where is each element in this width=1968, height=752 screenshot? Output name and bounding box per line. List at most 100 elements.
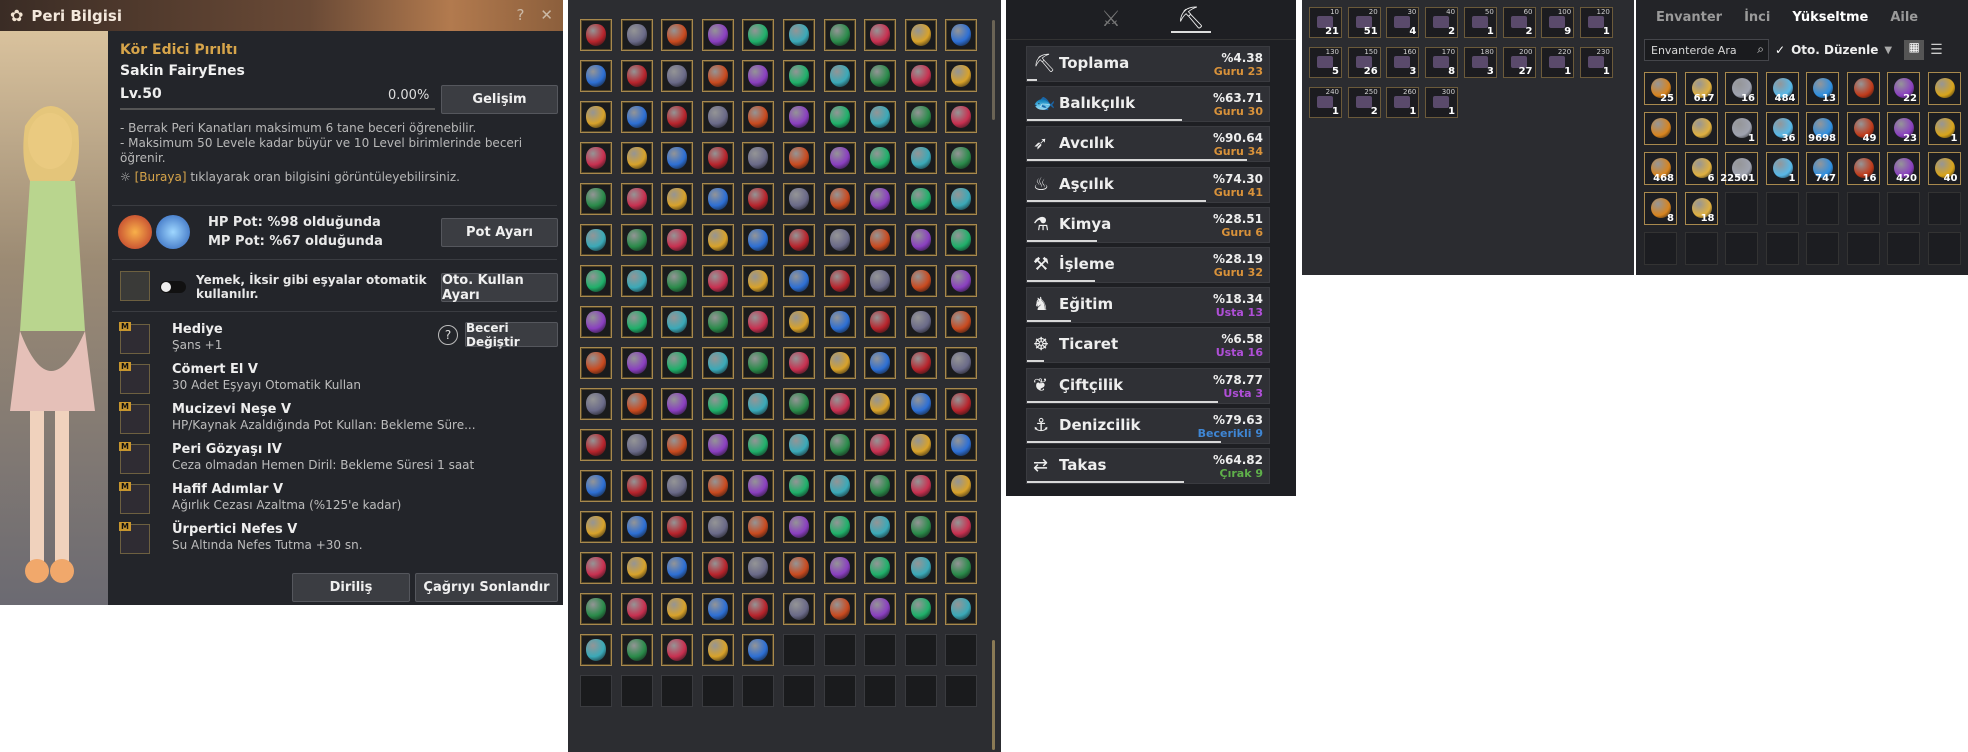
item-slot[interactable]: 30 4 xyxy=(1386,7,1420,38)
inventory-slot[interactable]: 617 xyxy=(1684,72,1718,105)
inventory-slot[interactable] xyxy=(783,511,815,543)
inventory-slot[interactable]: 1 xyxy=(1725,112,1758,145)
inventory-slot[interactable] xyxy=(742,388,775,420)
inventory-slot[interactable] xyxy=(823,675,856,707)
inventory-slot[interactable] xyxy=(1644,232,1677,265)
inventory-slot[interactable] xyxy=(945,593,978,625)
inventory-slot[interactable] xyxy=(661,19,694,51)
item-slot[interactable]: 20 51 xyxy=(1347,7,1381,38)
inventory-slot[interactable] xyxy=(864,224,897,256)
inventory-slot[interactable] xyxy=(701,60,734,92)
inventory-slot[interactable] xyxy=(783,634,815,666)
inventory-slot[interactable] xyxy=(580,265,612,297)
inventory-slot[interactable] xyxy=(701,142,734,174)
inventory-slot[interactable] xyxy=(823,552,856,584)
inventory-slot[interactable]: 23 xyxy=(1887,112,1920,145)
close-icon[interactable]: ✕ xyxy=(540,6,553,24)
inventory-slot[interactable] xyxy=(661,347,694,379)
inventory-slot[interactable] xyxy=(864,19,897,51)
inventory-slot[interactable] xyxy=(701,101,734,133)
inventory-slot[interactable] xyxy=(742,511,775,543)
inventory-slot[interactable] xyxy=(620,634,653,666)
inventory-slot[interactable] xyxy=(742,552,775,584)
inventory-slot[interactable] xyxy=(701,183,734,215)
inventory-slot[interactable] xyxy=(742,19,775,51)
inventory-slot[interactable] xyxy=(701,634,734,666)
inventory-slot[interactable] xyxy=(742,634,775,666)
inventory-slot[interactable] xyxy=(580,183,612,215)
inventory-slot[interactable] xyxy=(580,19,612,51)
inventory-slot[interactable] xyxy=(742,60,775,92)
item-slot[interactable]: 160 3 xyxy=(1386,47,1420,78)
inventory-slot[interactable] xyxy=(945,347,978,379)
inventory-slot[interactable] xyxy=(823,347,856,379)
inventory-slot[interactable] xyxy=(1765,232,1799,265)
inventory-slot[interactable] xyxy=(1846,192,1880,225)
search-input[interactable]: Envanterde Ara ⌕ xyxy=(1644,39,1769,61)
inventory-slot[interactable] xyxy=(620,593,653,625)
inventory-slot[interactable] xyxy=(783,388,815,420)
inventory-slot[interactable] xyxy=(904,593,937,625)
inventory-slot[interactable] xyxy=(1846,72,1880,105)
inventory-slot[interactable] xyxy=(580,101,612,133)
inventory-slot[interactable] xyxy=(945,224,978,256)
inventory-slot[interactable] xyxy=(945,101,978,133)
scrollbar[interactable] xyxy=(992,20,995,120)
inventory-slot[interactable] xyxy=(783,224,815,256)
revive-button[interactable]: Diriliş xyxy=(292,573,410,602)
inventory-slot[interactable] xyxy=(864,60,897,92)
inventory-slot[interactable] xyxy=(945,429,978,461)
inventory-slot[interactable] xyxy=(620,183,653,215)
inventory-slot[interactable] xyxy=(661,388,694,420)
inventory-slot[interactable] xyxy=(864,593,897,625)
inventory-slot[interactable] xyxy=(823,388,856,420)
inventory-slot[interactable] xyxy=(580,388,612,420)
inventory-slot[interactable]: 9698 xyxy=(1806,112,1839,145)
inventory-slot[interactable]: 13 xyxy=(1806,72,1839,105)
inventory-slot[interactable]: 22 xyxy=(1887,72,1920,105)
inventory-slot[interactable] xyxy=(701,552,734,584)
inventory-slot[interactable] xyxy=(783,265,815,297)
inventory-slot[interactable] xyxy=(620,101,653,133)
inventory-slot[interactable]: 16 xyxy=(1846,152,1880,185)
inventory-slot[interactable] xyxy=(904,634,937,666)
item-slot[interactable]: 130 5 xyxy=(1309,47,1342,78)
inventory-slot[interactable] xyxy=(904,19,937,51)
item-slot[interactable]: 100 9 xyxy=(1541,7,1575,38)
pot-settings-button[interactable]: Pot Ayarı xyxy=(441,218,558,247)
inventory-slot[interactable] xyxy=(904,470,937,502)
inventory-slot[interactable] xyxy=(742,265,775,297)
inventory-slot[interactable]: 49 xyxy=(1846,112,1880,145)
inventory-slot[interactable] xyxy=(783,470,815,502)
inventory-slot[interactable] xyxy=(1684,112,1718,145)
inventory-slot[interactable] xyxy=(783,142,815,174)
inventory-slot[interactable] xyxy=(904,388,937,420)
inventory-slot[interactable] xyxy=(945,388,978,420)
inventory-slot[interactable] xyxy=(823,224,856,256)
item-slot[interactable]: 260 1 xyxy=(1386,87,1420,118)
inventory-slot[interactable] xyxy=(823,265,856,297)
inventory-slot[interactable] xyxy=(904,224,937,256)
scrollbar[interactable] xyxy=(992,640,995,750)
inventory-slot[interactable] xyxy=(742,470,775,502)
tab-0[interactable]: Envanter xyxy=(1656,10,1722,25)
inventory-slot[interactable] xyxy=(783,60,815,92)
inventory-slot[interactable] xyxy=(701,470,734,502)
inventory-slot[interactable] xyxy=(945,552,978,584)
chevron-down-icon[interactable]: ▼ xyxy=(1884,45,1892,56)
inventory-slot[interactable] xyxy=(823,142,856,174)
inventory-slot[interactable]: 1 xyxy=(1765,152,1799,185)
inventory-slot[interactable] xyxy=(904,675,937,707)
inventory-slot[interactable] xyxy=(661,306,694,338)
inventory-slot[interactable] xyxy=(904,101,937,133)
item-slot[interactable]: 150 26 xyxy=(1347,47,1381,78)
inventory-slot[interactable] xyxy=(1846,232,1880,265)
inventory-slot[interactable] xyxy=(620,306,653,338)
inventory-slot[interactable] xyxy=(661,634,694,666)
info-link[interactable]: [Buraya] xyxy=(135,170,187,184)
inventory-slot[interactable] xyxy=(580,142,612,174)
combat-tab-icon[interactable]: ⚔ xyxy=(1091,7,1131,32)
inventory-slot[interactable] xyxy=(742,142,775,174)
inventory-slot[interactable] xyxy=(945,511,978,543)
item-slot[interactable]: 170 8 xyxy=(1425,47,1459,78)
